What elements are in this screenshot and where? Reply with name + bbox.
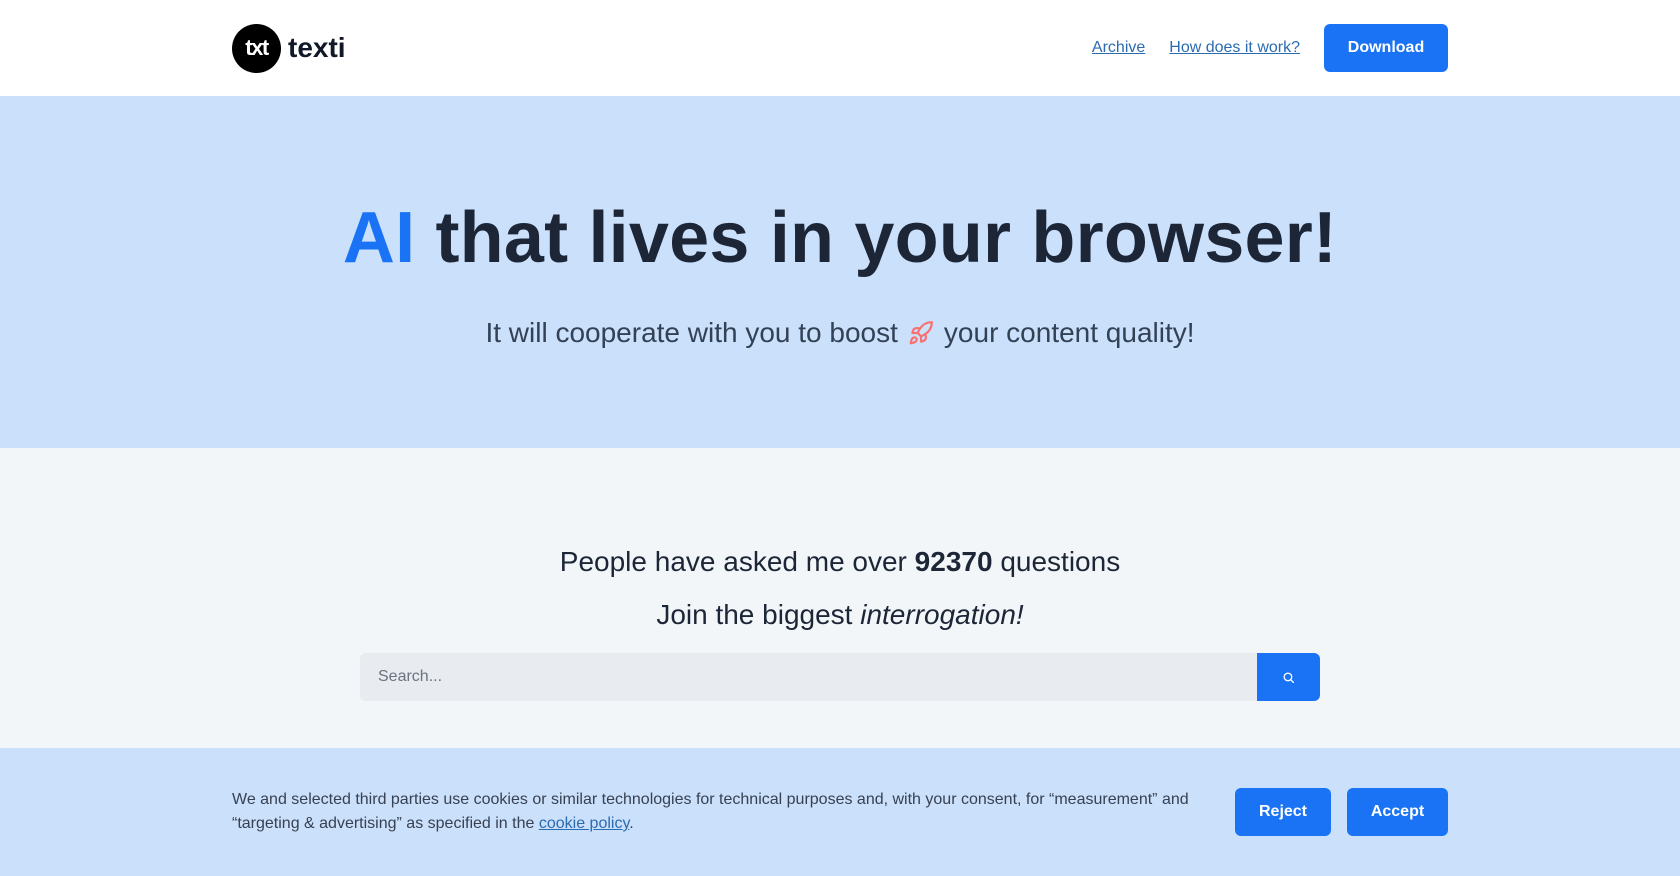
cookie-message-text: We and selected third parties use cookie… [232,791,1189,832]
join-line: Join the biggest interrogation! [656,599,1023,631]
rocket-icon [909,321,933,345]
join-line-emphasis: interrogation! [860,599,1024,630]
brand[interactable]: txt texti [232,23,346,73]
logo-badge: txt [232,23,281,73]
cookie-message-end: . [629,815,634,832]
reject-button[interactable]: Reject [1235,788,1331,836]
nav-link-how-it-works[interactable]: How does it work? [1169,39,1300,57]
cookie-policy-link[interactable]: cookie policy [539,815,629,832]
cookie-banner: We and selected third parties use cookie… [0,748,1680,876]
cookie-message: We and selected third parties use cookie… [232,788,1212,836]
brand-name: texti [288,32,346,63]
search-button[interactable] [1257,653,1320,701]
question-count-prefix: People have asked me over [559,546,907,577]
question-count: 92370 [914,546,993,577]
question-count-suffix: questions [1000,546,1121,577]
download-button[interactable]: Download [1324,24,1448,72]
cookie-actions: Reject Accept [1235,788,1448,836]
hero-subtitle: It will cooperate with you to boost your… [485,317,1194,349]
main-nav: Archive How does it work? Download [1092,24,1448,72]
logo-text: txt [245,35,269,60]
hero-subtitle-start: It will cooperate with you to boost [485,317,898,348]
search-bar [360,653,1320,701]
join-line-prefix: Join the biggest [656,599,853,630]
hero-title-rest: that lives in your browser! [435,198,1338,278]
hero-section: AI that lives in your browser! It will c… [0,96,1680,448]
hero-subtitle-end: your content quality! [943,317,1195,348]
search-input[interactable] [360,653,1257,701]
hero-title: AI that lives in your browser! [343,202,1337,274]
nav-link-archive[interactable]: Archive [1092,39,1145,57]
stats-section: People have asked me over 92370 question… [0,448,1680,748]
accept-button[interactable]: Accept [1347,788,1448,836]
hero-title-accent: AI [342,198,416,278]
search-icon [1283,671,1295,683]
site-header: txt texti Archive How does it work? Down… [0,0,1680,96]
question-count-line: People have asked me over 92370 question… [560,546,1120,578]
